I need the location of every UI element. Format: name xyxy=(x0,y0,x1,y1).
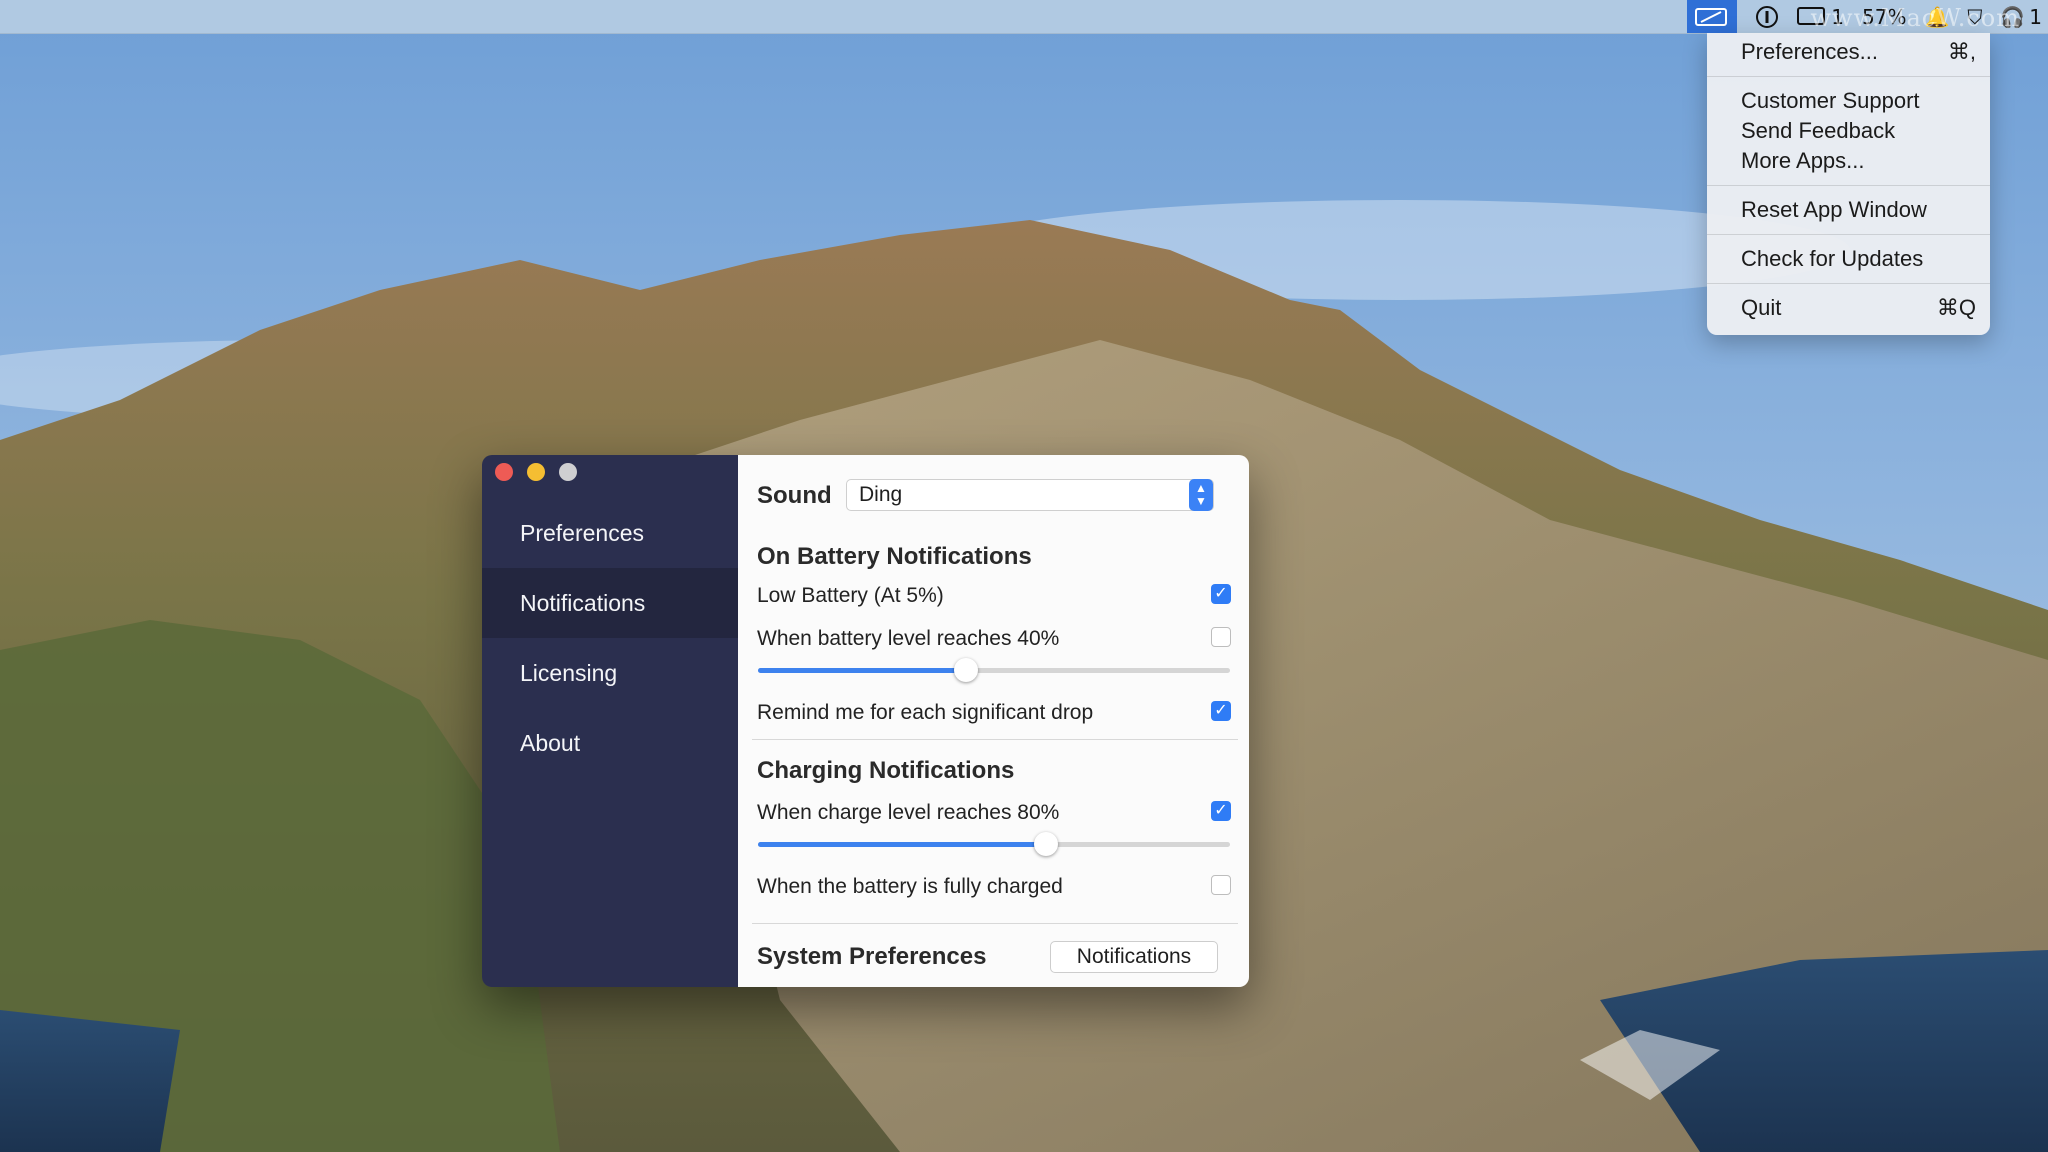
menu-item-quit[interactable]: Quit ⌘Q xyxy=(1707,293,1990,323)
menu-item-preferences[interactable]: Preferences... ⌘, xyxy=(1707,37,1990,67)
remind-label: Remind me for each significant drop xyxy=(757,701,1094,724)
notifications-button[interactable]: Notifications xyxy=(1050,941,1218,973)
slider-knob[interactable] xyxy=(953,658,978,682)
section-divider xyxy=(752,923,1238,924)
battery-section-title: On Battery Notifications xyxy=(757,543,1032,570)
menu-item-send-feedback[interactable]: Send Feedback xyxy=(1707,116,1990,146)
menu-separator xyxy=(1707,185,1990,186)
sidebar-item-about[interactable]: About xyxy=(482,708,738,778)
menu-separator xyxy=(1707,76,1990,77)
fully-charged-label: When the battery is fully charged xyxy=(757,875,1063,898)
sound-label: Sound xyxy=(757,482,832,509)
battery-app-icon xyxy=(1695,7,1728,26)
charging-section-title: Charging Notifications xyxy=(757,757,1015,784)
zoom-button[interactable] xyxy=(559,463,577,481)
menu-separator xyxy=(1707,283,1990,284)
sidebar: Preferences Notifications Licensing Abou… xyxy=(482,455,738,987)
notifications-pane: Sound Ding ▲ ▼ On Battery Notifications L… xyxy=(738,455,1249,987)
close-button[interactable] xyxy=(495,463,513,481)
battery-level-slider[interactable] xyxy=(758,658,1230,682)
menu-item-reset-app-window[interactable]: Reset App Window xyxy=(1707,195,1990,225)
shortcut-label: ⌘Q xyxy=(1936,295,1976,320)
fully-charged-checkbox[interactable] xyxy=(1211,875,1231,895)
battery-level-checkbox[interactable] xyxy=(1211,627,1231,647)
menu-separator xyxy=(1707,234,1990,235)
minimize-button[interactable] xyxy=(527,463,545,481)
password-manager-status-item[interactable] xyxy=(1755,0,1779,33)
sidebar-list: Preferences Notifications Licensing Abou… xyxy=(482,498,738,778)
slider-fill xyxy=(758,842,1046,847)
select-arrows-icon: ▲ ▼ xyxy=(1189,479,1213,511)
sound-select-value: Ding xyxy=(859,483,903,506)
low-battery-label: Low Battery (At 5%) xyxy=(757,584,944,607)
sidebar-item-notifications[interactable]: Notifications xyxy=(482,568,738,638)
headset-counter: 1 xyxy=(2029,4,2042,29)
charge-level-checkbox[interactable]: ✓ xyxy=(1211,801,1231,821)
one-password-icon xyxy=(1756,5,1779,28)
sidebar-item-preferences[interactable]: Preferences xyxy=(482,498,738,568)
system-preferences-label: System Preferences xyxy=(757,943,987,970)
menu-bar: 1 57% 🔔 ⛉ 🎧 1 www.MacW.com xyxy=(0,0,2048,34)
charge-level-label: When charge level reaches 80% xyxy=(757,801,1060,824)
slider-knob[interactable] xyxy=(1033,832,1058,856)
charge-level-slider[interactable] xyxy=(758,832,1230,856)
battery-level-label: When battery level reaches 40% xyxy=(757,627,1060,650)
shortcut-label: ⌘, xyxy=(1947,39,1976,64)
remind-checkbox[interactable]: ✓ xyxy=(1211,701,1231,721)
menu-item-customer-support[interactable]: Customer Support xyxy=(1707,86,1990,116)
watermark: www.MacW.com xyxy=(1810,4,2020,32)
low-battery-checkbox[interactable]: ✓ xyxy=(1211,584,1231,604)
battery-app-status-item[interactable] xyxy=(1687,0,1738,33)
window-controls xyxy=(495,463,577,481)
app-window: Preferences Notifications Licensing Abou… xyxy=(482,455,1249,987)
sidebar-item-licensing[interactable]: Licensing xyxy=(482,638,738,708)
sound-select[interactable]: Ding ▲ ▼ xyxy=(846,479,1214,511)
menu-item-check-for-updates[interactable]: Check for Updates xyxy=(1707,244,1990,274)
slider-fill xyxy=(758,668,966,673)
menu-item-more-apps[interactable]: More Apps... xyxy=(1707,146,1990,176)
section-divider xyxy=(752,739,1238,740)
status-item-dropdown-menu: Preferences... ⌘, Customer Support Send … xyxy=(1707,33,1990,335)
